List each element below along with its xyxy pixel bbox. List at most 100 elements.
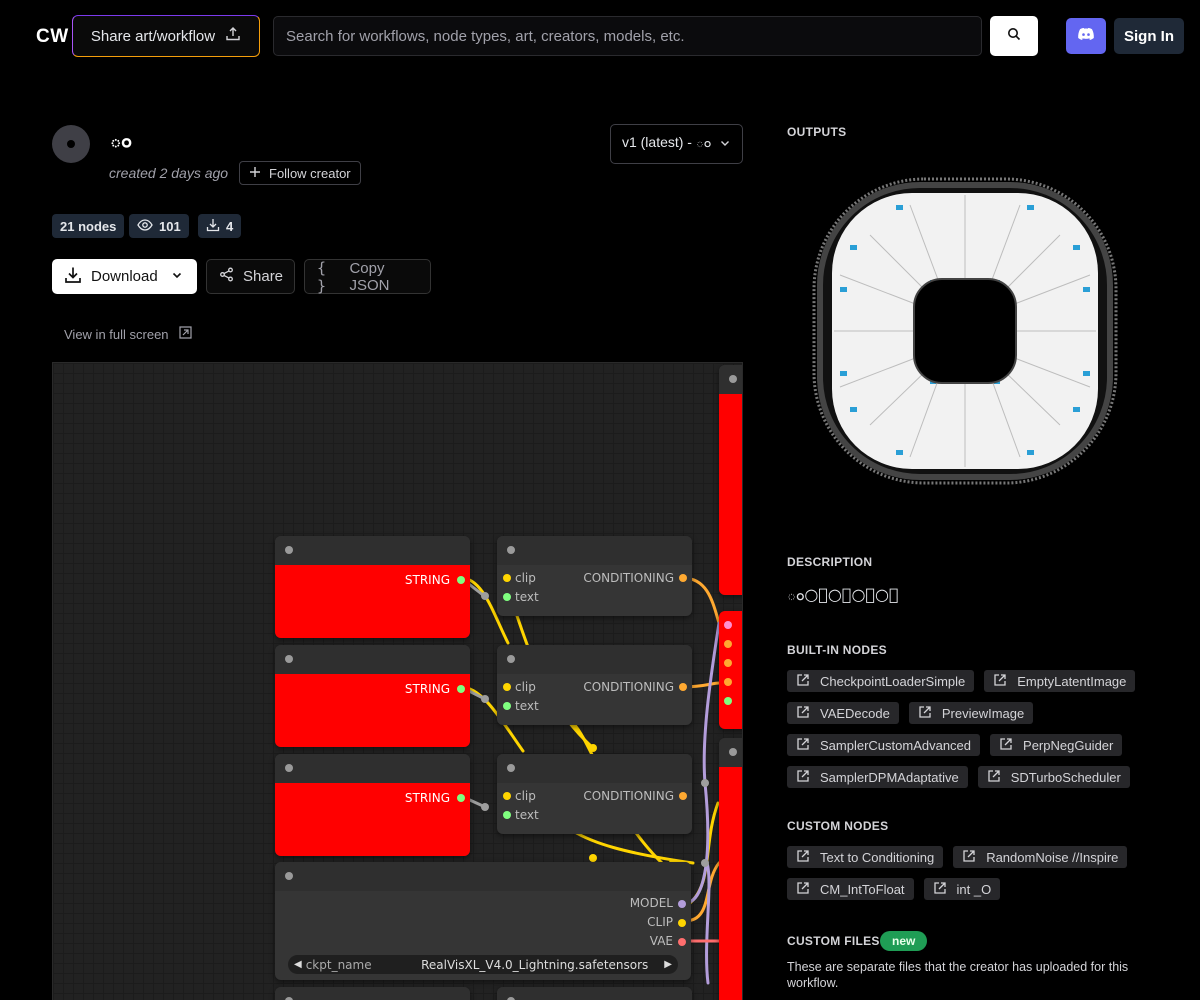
custom-node-chip[interactable]: int _O xyxy=(923,878,1001,900)
collapse-dot[interactable] xyxy=(507,655,515,663)
search-input[interactable] xyxy=(273,16,982,56)
output-port[interactable] xyxy=(457,685,465,693)
arrow-left-icon[interactable]: ◀ xyxy=(294,959,302,970)
string-node[interactable]: STRING xyxy=(275,645,470,747)
collapse-dot[interactable] xyxy=(285,655,293,663)
braces-icon: { } xyxy=(317,258,327,295)
collapse-dot[interactable] xyxy=(285,764,293,772)
output-port[interactable] xyxy=(679,574,687,582)
custom-node-label: CM_IntToFloat xyxy=(820,881,905,897)
string-node[interactable]: STRING xyxy=(275,754,470,856)
page-title: ం xyxy=(110,130,132,152)
builtin-nodes-heading: BUILT-IN NODES xyxy=(787,643,887,657)
collapse-dot[interactable] xyxy=(507,546,515,554)
node-header xyxy=(275,645,470,674)
clip-output-port[interactable] xyxy=(678,919,686,927)
collapse-dot[interactable] xyxy=(285,872,293,880)
collapse-dot[interactable] xyxy=(507,764,515,772)
workflow-canvas[interactable]: STRING STRING STRING clip text CONDITION… xyxy=(52,362,743,1000)
sign-in-button[interactable]: Sign In xyxy=(1114,18,1184,54)
search-button[interactable] xyxy=(990,16,1038,56)
share-button[interactable]: Share xyxy=(206,259,295,294)
follow-creator-label: Follow creator xyxy=(269,165,351,181)
model-output-port[interactable] xyxy=(678,900,686,908)
clip-input-port[interactable] xyxy=(503,683,511,691)
collapse-dot[interactable] xyxy=(729,375,737,383)
builtin-node-chip[interactable]: SamplerCustomAdvanced xyxy=(787,734,981,756)
clip-output-label: CLIP xyxy=(647,915,673,929)
arrow-right-icon[interactable]: ▶ xyxy=(664,959,672,970)
text-to-conditioning-node[interactable]: clip text CONDITIONING xyxy=(497,645,692,725)
widget-value: RealVisXL_V4.0_Lightning.safetensors xyxy=(421,957,649,972)
custom-node-label: int _O xyxy=(956,881,992,897)
node-partial[interactable] xyxy=(275,987,470,1000)
node-header xyxy=(275,987,470,1000)
output-label: STRING xyxy=(404,573,450,587)
node-body xyxy=(719,394,742,595)
builtin-nodes-list: CheckpointLoaderSimple EmptyLatentImage … xyxy=(787,670,1187,788)
builtin-node-chip[interactable]: EmptyLatentImage xyxy=(984,670,1136,692)
output-port[interactable] xyxy=(457,794,465,802)
string-node[interactable]: STRING xyxy=(275,536,470,638)
builtin-node-chip[interactable]: PreviewImage xyxy=(908,702,1034,724)
output-image[interactable] xyxy=(810,175,1120,487)
output-port[interactable] xyxy=(457,576,465,584)
builtin-node-chip[interactable]: CheckpointLoaderSimple xyxy=(787,670,975,692)
node-partial[interactable] xyxy=(497,987,692,1000)
builtin-node-chip[interactable]: SDTurboScheduler xyxy=(977,766,1130,788)
avatar-dot xyxy=(67,140,75,148)
copy-json-button[interactable]: { } Copy JSON xyxy=(304,258,431,295)
input-port[interactable] xyxy=(724,678,732,686)
builtin-node-label: PreviewImage xyxy=(941,705,1025,721)
view-fullscreen-link[interactable]: View in full screen xyxy=(64,326,192,342)
custom-node-label: Text to Conditioning xyxy=(820,849,935,865)
text-to-conditioning-node[interactable]: clip text CONDITIONING xyxy=(497,536,692,616)
builtin-node-chip[interactable]: VAEDecode xyxy=(787,702,899,724)
clip-input-port[interactable] xyxy=(503,574,511,582)
builtin-node-label: SamplerDPMAdaptative xyxy=(820,769,959,785)
node-header xyxy=(275,754,470,783)
outputs-heading: OUTPUTS xyxy=(787,125,847,139)
external-link-icon xyxy=(999,737,1013,754)
output-label: CONDITIONING xyxy=(583,789,674,803)
builtin-node-chip[interactable]: SamplerDPMAdaptative xyxy=(787,766,968,788)
input-port[interactable] xyxy=(724,621,732,629)
node-count-badge: 21 nodes xyxy=(52,214,125,238)
input-port[interactable] xyxy=(724,659,732,667)
avatar[interactable] xyxy=(52,125,90,163)
custom-node-chip[interactable]: RandomNoise //Inspire xyxy=(953,846,1128,868)
custom-files-heading: CUSTOM FILES xyxy=(787,934,880,948)
custom-node-chip[interactable]: Text to Conditioning xyxy=(787,846,944,868)
node-header xyxy=(497,536,692,565)
node-partial-right[interactable] xyxy=(719,738,742,1000)
custom-node-chip[interactable]: CM_IntToFloat xyxy=(787,878,914,900)
collapse-dot[interactable] xyxy=(729,748,737,756)
input-port[interactable] xyxy=(724,697,732,705)
version-select[interactable]: v1 (latest) - ం xyxy=(610,124,743,164)
sampler-node-partial[interactable] xyxy=(719,611,742,729)
collapse-dot[interactable] xyxy=(285,546,293,554)
input-port[interactable] xyxy=(724,640,732,648)
checkpoint-loader-node[interactable]: MODEL CLIP VAE ◀ ckpt_name RealVisXL_V4.… xyxy=(275,862,691,980)
builtin-node-chip[interactable]: PerpNegGuider xyxy=(990,734,1123,756)
follow-creator-button[interactable]: Follow creator xyxy=(239,161,361,185)
custom-files-text: These are separate files that the creato… xyxy=(787,960,1129,990)
node-partial-right[interactable] xyxy=(719,365,742,595)
text-input-port[interactable] xyxy=(503,593,511,601)
external-link-icon xyxy=(796,849,810,866)
node-header xyxy=(497,645,692,674)
site-logo[interactable]: CW xyxy=(36,26,69,48)
text-input-port[interactable] xyxy=(503,702,511,710)
download-button[interactable]: Download xyxy=(52,259,197,294)
node-header xyxy=(497,754,692,783)
ckpt-name-widget[interactable]: ◀ ckpt_name RealVisXL_V4.0_Lightning.saf… xyxy=(288,955,678,974)
text-input-port[interactable] xyxy=(503,811,511,819)
clip-input-port[interactable] xyxy=(503,792,511,800)
vae-output-port[interactable] xyxy=(678,938,686,946)
external-link-icon xyxy=(987,769,1001,786)
share-art-workflow-button[interactable]: Share art/workflow xyxy=(72,15,260,57)
discord-button[interactable] xyxy=(1066,18,1106,54)
output-port[interactable] xyxy=(679,792,687,800)
text-to-conditioning-node[interactable]: clip text CONDITIONING xyxy=(497,754,692,834)
output-port[interactable] xyxy=(679,683,687,691)
